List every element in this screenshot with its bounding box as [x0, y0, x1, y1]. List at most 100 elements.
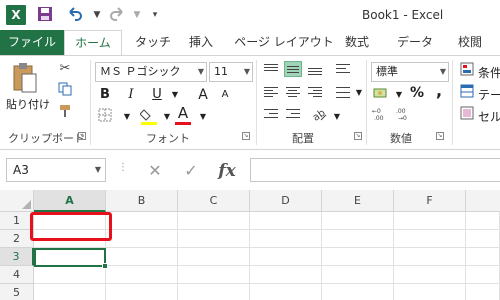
- grid-cell[interactable]: [322, 230, 394, 248]
- select-all-button[interactable]: [0, 190, 34, 212]
- grid-cell[interactable]: [322, 266, 394, 284]
- grid-cell[interactable]: [466, 248, 500, 266]
- conditional-format-icon[interactable]: [458, 62, 476, 80]
- wrap-text-icon[interactable]: [334, 61, 352, 77]
- borders-icon[interactable]: [96, 108, 114, 126]
- customize-qat-icon[interactable]: ▾: [146, 6, 164, 24]
- accounting-format-icon[interactable]: [372, 84, 390, 102]
- align-right-icon[interactable]: [306, 84, 324, 100]
- cut-icon[interactable]: ✂: [56, 60, 74, 78]
- column-header[interactable]: E: [322, 190, 394, 212]
- grid-cell[interactable]: [466, 230, 500, 248]
- grid-cell[interactable]: [394, 266, 466, 284]
- grid-cell[interactable]: [178, 212, 250, 230]
- tab-file[interactable]: ファイル: [0, 30, 64, 55]
- tab-home[interactable]: ホーム: [64, 30, 122, 56]
- formula-input[interactable]: [250, 158, 500, 182]
- grid-cell[interactable]: [250, 284, 322, 300]
- fill-color-icon[interactable]: [139, 106, 158, 125]
- align-center-icon[interactable]: [284, 84, 302, 100]
- column-header[interactable]: A: [34, 190, 106, 212]
- grid-cell[interactable]: [106, 266, 178, 284]
- decrease-indent-icon[interactable]: [262, 106, 280, 122]
- copy-icon[interactable]: [56, 82, 74, 100]
- font-color-dropdown-icon[interactable]: ▼: [194, 108, 212, 126]
- underline-button[interactable]: U: [148, 86, 166, 104]
- cell-styles-label[interactable]: セル: [478, 108, 500, 125]
- grid-cell[interactable]: [106, 284, 178, 300]
- row-header[interactable]: 2: [0, 230, 34, 248]
- borders-dropdown-icon[interactable]: ▼: [118, 108, 136, 126]
- row-header[interactable]: 5: [0, 284, 34, 300]
- grid-cell[interactable]: [466, 284, 500, 300]
- comma-style-button[interactable]: ,: [430, 82, 448, 100]
- paste-icon[interactable]: [12, 62, 38, 94]
- column-header[interactable]: B: [106, 190, 178, 212]
- conditional-format-label[interactable]: 条件: [478, 64, 500, 81]
- grid-cell[interactable]: [394, 284, 466, 300]
- grid-cell[interactable]: [34, 266, 106, 284]
- grid-cell[interactable]: [250, 212, 322, 230]
- grid-cell[interactable]: [106, 248, 178, 266]
- grid-cell[interactable]: [178, 248, 250, 266]
- redo-icon[interactable]: [108, 6, 126, 24]
- grid-cell[interactable]: [34, 284, 106, 300]
- percent-style-button[interactable]: %: [408, 84, 426, 102]
- bold-button[interactable]: B: [96, 86, 114, 104]
- grid-cell[interactable]: [178, 230, 250, 248]
- enter-icon[interactable]: ✓: [180, 160, 202, 182]
- column-header[interactable]: [466, 190, 500, 212]
- save-icon[interactable]: [36, 6, 54, 24]
- cancel-icon[interactable]: ✕: [144, 160, 166, 182]
- align-middle-icon[interactable]: [284, 61, 302, 77]
- grid-cell[interactable]: [394, 230, 466, 248]
- italic-button[interactable]: I: [122, 86, 140, 104]
- decrease-decimal-icon[interactable]: .00 →0: [396, 106, 414, 124]
- active-cell[interactable]: [34, 248, 108, 269]
- tab-page-layout[interactable]: ページ レイアウト: [234, 30, 334, 55]
- align-top-icon[interactable]: [262, 61, 280, 77]
- grid-cell[interactable]: [322, 248, 394, 266]
- column-header[interactable]: D: [250, 190, 322, 212]
- grid-cell[interactable]: [394, 248, 466, 266]
- grid-cell[interactable]: [250, 266, 322, 284]
- row-header[interactable]: 3: [0, 248, 34, 266]
- grid-cell[interactable]: [250, 248, 322, 266]
- fill-handle[interactable]: [102, 263, 108, 269]
- grid-cell[interactable]: [178, 266, 250, 284]
- cell-styles-icon[interactable]: [458, 106, 476, 124]
- underline-dropdown-icon[interactable]: ▼: [166, 86, 184, 104]
- font-name-select[interactable]: ＭＳ Ｐゴシック ▼: [95, 62, 207, 82]
- number-format-select[interactable]: 標準 ▼: [371, 62, 449, 82]
- grid-cell[interactable]: [250, 230, 322, 248]
- grid-cell[interactable]: [106, 230, 178, 248]
- clipboard-launcher-icon[interactable]: ↘: [78, 132, 86, 140]
- font-launcher-icon[interactable]: ↘: [242, 132, 250, 140]
- column-header[interactable]: C: [178, 190, 250, 212]
- column-header[interactable]: F: [394, 190, 466, 212]
- name-box[interactable]: A3 ▼: [6, 158, 106, 182]
- tab-formulas[interactable]: 数式: [340, 30, 374, 55]
- align-bottom-icon[interactable]: [306, 61, 324, 77]
- grid-cell[interactable]: [106, 212, 178, 230]
- font-grow-button[interactable]: A: [194, 86, 212, 104]
- grid-cell[interactable]: [466, 212, 500, 230]
- tab-touch[interactable]: タッチ: [133, 30, 173, 55]
- format-as-table-icon[interactable]: [458, 84, 476, 102]
- tab-insert[interactable]: 挿入: [184, 30, 218, 55]
- format-painter-icon[interactable]: [56, 104, 74, 122]
- font-shrink-button[interactable]: A: [216, 86, 234, 104]
- paste-button[interactable]: 貼り付け: [6, 96, 50, 112]
- number-launcher-icon[interactable]: ↘: [436, 132, 444, 140]
- increase-indent-icon[interactable]: [284, 106, 302, 122]
- tab-review[interactable]: 校閲: [452, 30, 488, 55]
- row-header[interactable]: 4: [0, 266, 34, 284]
- increase-decimal-icon[interactable]: ←0.00: [372, 106, 390, 124]
- tab-data[interactable]: データ: [394, 30, 436, 55]
- font-size-select[interactable]: 11 ▼: [209, 62, 253, 82]
- grid-cell[interactable]: [394, 212, 466, 230]
- accounting-dropdown-icon[interactable]: ▼: [390, 86, 408, 104]
- orientation-dropdown-icon[interactable]: ▼: [328, 108, 346, 126]
- grid-cell[interactable]: [466, 266, 500, 284]
- font-color-button[interactable]: A: [174, 104, 192, 122]
